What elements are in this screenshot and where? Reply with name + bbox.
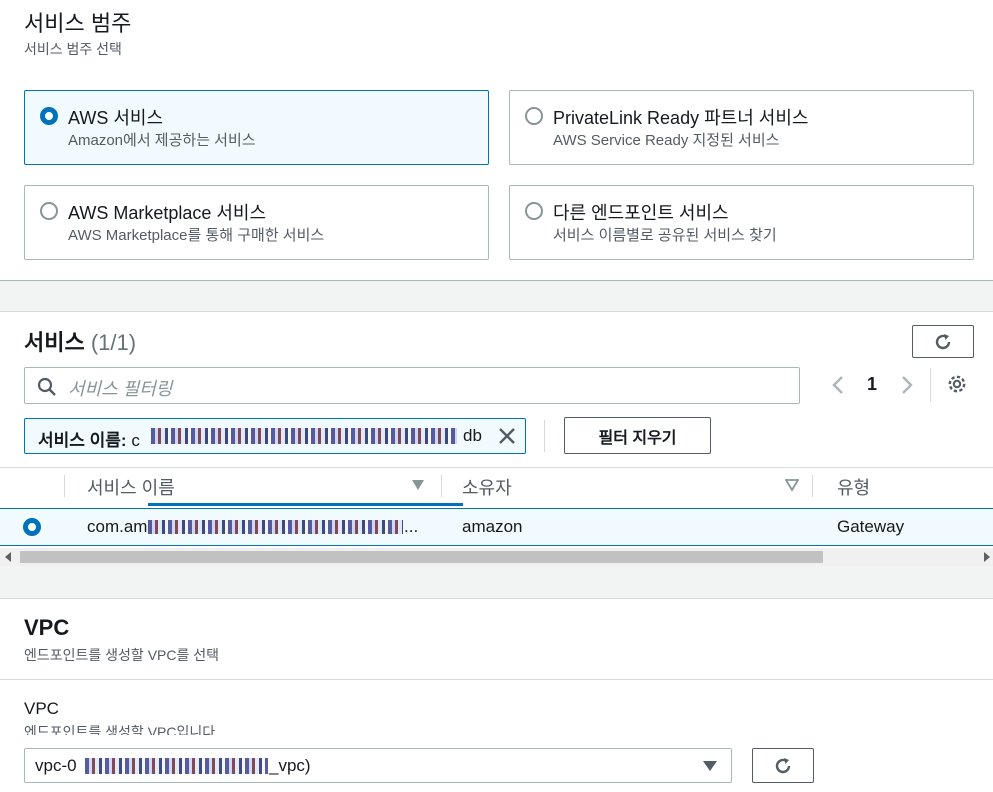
vpc-subtitle: 엔드포인트를 생성할 VPC를 선택 — [24, 647, 220, 663]
table-top-border — [0, 467, 993, 468]
tile-aws-marketplace[interactable]: AWS Marketplace 서비스 AWS Marketplace를 통해 … — [24, 185, 489, 260]
redacted-value — [85, 758, 268, 774]
cell-owner: amazon — [462, 517, 523, 536]
tile-desc: AWS Marketplace를 통해 구매한 서비스 — [68, 227, 325, 244]
clear-filters-button[interactable]: 필터 지우기 — [564, 417, 711, 454]
section-gap — [0, 566, 993, 598]
close-icon[interactable] — [498, 427, 516, 445]
vpc-select-value-end: _vpc) — [269, 756, 311, 775]
sort-icon[interactable] — [785, 479, 799, 491]
section-gap — [0, 281, 993, 311]
col-divider — [64, 475, 65, 497]
tile-aws-services[interactable]: AWS 서비스 Amazon에서 제공하는 서비스 — [24, 90, 489, 165]
radio-aws-services[interactable] — [40, 107, 58, 125]
redacted-value — [148, 520, 403, 534]
services-count: (1/1) — [90, 330, 137, 355]
scrollbar-thumb[interactable] — [20, 551, 823, 563]
cell-type: Gateway — [837, 517, 905, 536]
scroll-right-icon[interactable] — [983, 552, 991, 562]
vpc-refresh-button[interactable] — [752, 748, 814, 783]
chevron-right-icon[interactable] — [900, 375, 914, 395]
tile-label: AWS 서비스 — [68, 108, 164, 128]
refresh-icon — [775, 757, 791, 773]
refresh-icon — [935, 333, 951, 349]
table-row[interactable]: com.am ... amazon Gateway — [0, 508, 993, 546]
search-input[interactable]: 서비스 필터링 — [24, 367, 800, 404]
tile-desc: 서비스 이름별로 공유된 서비스 찾기 — [553, 227, 777, 244]
section-divider — [0, 679, 993, 680]
vpc-field-label: VPC — [24, 699, 59, 718]
tile-privatelink-partner[interactable]: PrivateLink Ready 파트너 서비스 AWS Service Re… — [509, 90, 974, 165]
page-number[interactable]: 1 — [867, 374, 877, 395]
search-icon — [37, 377, 56, 396]
category-subtitle: 서비스 범주 선택 — [24, 41, 122, 57]
radio-aws-marketplace[interactable] — [40, 202, 58, 220]
sort-icon[interactable] — [411, 479, 425, 491]
tile-desc: Amazon에서 제공하는 서비스 — [68, 132, 256, 149]
services-title: 서비스 (1/1) — [24, 330, 137, 355]
tile-label: 다른 엔드포인트 서비스 — [553, 203, 729, 223]
section-divider — [0, 311, 993, 312]
tile-desc: AWS Service Ready 지정된 서비스 — [553, 132, 780, 149]
caret-down-icon — [703, 761, 717, 771]
vpc-select-value: vpc-0 — [35, 756, 77, 775]
cell-service-name: com.am — [87, 517, 148, 536]
active-sort-indicator — [148, 503, 463, 506]
tile-label: PrivateLink Ready 파트너 서비스 — [553, 108, 809, 128]
tile-other-endpoint[interactable]: 다른 엔드포인트 서비스 서비스 이름별로 공유된 서비스 찾기 — [509, 185, 974, 260]
cell-service-name-end: ... — [404, 517, 419, 536]
section-divider — [0, 598, 993, 599]
col-divider — [812, 475, 813, 497]
horizontal-scrollbar[interactable] — [0, 548, 993, 566]
radio-privatelink-partner[interactable] — [525, 107, 543, 125]
tile-label: AWS Marketplace 서비스 — [68, 203, 267, 223]
col-divider — [441, 475, 442, 497]
scroll-left-icon[interactable] — [4, 552, 12, 562]
vpc-title: VPC — [24, 615, 70, 640]
redacted-value — [151, 428, 457, 444]
chevron-left-icon[interactable] — [831, 375, 845, 395]
token-divider — [544, 420, 545, 452]
refresh-button[interactable] — [912, 325, 974, 358]
search-placeholder: 서비스 필터링 — [68, 379, 173, 399]
category-title: 서비스 범주 — [24, 11, 132, 36]
filter-token-end: db — [463, 426, 482, 445]
gear-icon[interactable] — [946, 373, 968, 395]
vpc-field-description: 엔드포인트를 생성할 VPC입니다 — [24, 724, 216, 735]
pager-divider — [930, 368, 931, 402]
radio-other-endpoint[interactable] — [525, 202, 543, 220]
row-radio[interactable] — [23, 518, 41, 536]
filter-token: 서비스 이름: c db — [24, 418, 526, 454]
filter-token-text: 서비스 이름: c — [38, 431, 140, 450]
vpc-select[interactable]: vpc-0 _vpc) — [24, 748, 732, 783]
